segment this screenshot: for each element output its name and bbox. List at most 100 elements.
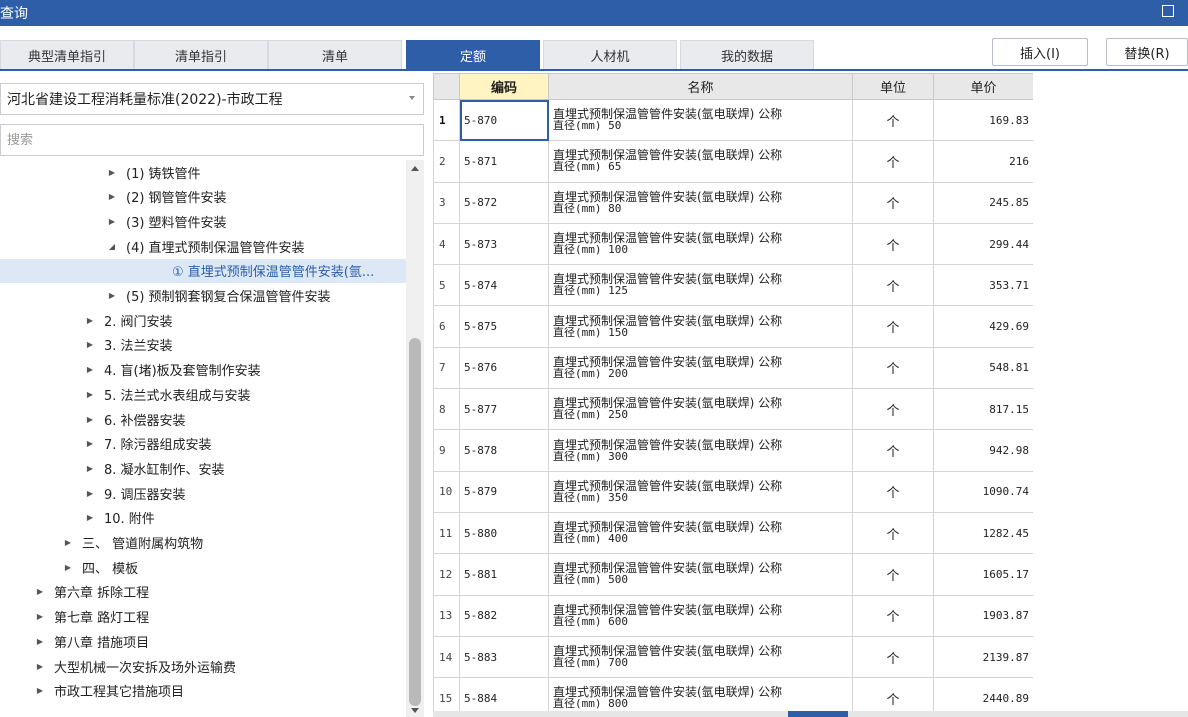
- table-row[interactable]: 11 5-880 直埋式预制保温管管件安装(氩电联焊) 公称 直径(mm) 400 个 1…: [433, 511, 1033, 555]
- cell-price[interactable]: 245.85: [933, 181, 1033, 224]
- table-row[interactable]: 13 5-882 直埋式预制保温管管件安装(氩电联焊) 公称 直径(mm) 600 个 1…: [433, 594, 1033, 637]
- cell-price[interactable]: 353.71: [933, 264, 1033, 307]
- row-number[interactable]: 8: [433, 388, 460, 431]
- tree-item[interactable]: ▶ 3. 法兰安装: [0, 333, 406, 357]
- cell-code[interactable]: 5-880: [459, 511, 549, 555]
- search-input[interactable]: [0, 124, 424, 156]
- cell-unit[interactable]: 个: [852, 635, 934, 679]
- row-number[interactable]: 1: [433, 98, 460, 142]
- cell-unit[interactable]: 个: [852, 346, 934, 390]
- tab-quota[interactable]: 定额: [406, 40, 540, 70]
- cell-code[interactable]: 5-873: [459, 222, 549, 266]
- row-number[interactable]: 12: [433, 553, 460, 596]
- tab-list-guide[interactable]: 清单指引: [134, 40, 268, 70]
- scroll-down-icon[interactable]: [411, 708, 419, 713]
- tree-item[interactable]: ▶ (1) 铸铁管件: [0, 160, 406, 184]
- cell-code[interactable]: 5-883: [459, 635, 549, 679]
- cell-name[interactable]: 直埋式预制保温管管件安装(氩电联焊) 公称 直径(mm) 600: [548, 594, 853, 637]
- cell-unit[interactable]: 个: [852, 98, 934, 142]
- table-row[interactable]: 14 5-883 直埋式预制保温管管件安装(氩电联焊) 公称 直径(mm) 700 个 2…: [433, 635, 1033, 679]
- cell-unit[interactable]: 个: [852, 264, 934, 307]
- tree-item[interactable]: ▶ 6. 补偿器安装: [0, 407, 406, 431]
- column-header-price[interactable]: 单价: [933, 73, 1033, 100]
- column-header-code[interactable]: 编码: [459, 73, 549, 100]
- cell-price[interactable]: 1282.45: [933, 511, 1033, 555]
- scrollbar-thumb[interactable]: [788, 711, 848, 717]
- row-number[interactable]: 15: [433, 677, 460, 713]
- cell-price[interactable]: 817.15: [933, 388, 1033, 431]
- cell-code[interactable]: 5-875: [459, 305, 549, 348]
- tree-item[interactable]: ▶ 8. 凝水缸制作、安装: [0, 456, 406, 480]
- caret-right-icon[interactable]: ▶: [106, 217, 118, 226]
- caret-right-icon[interactable]: ▶: [84, 415, 96, 424]
- caret-right-icon[interactable]: ▶: [84, 340, 96, 349]
- caret-right-icon[interactable]: ▶: [34, 612, 46, 621]
- row-number[interactable]: 14: [433, 635, 460, 679]
- replace-button[interactable]: 替换(R): [1106, 38, 1188, 66]
- tree-item[interactable]: ▶ 大型机械一次安拆及场外运输费: [0, 654, 406, 678]
- caret-right-icon[interactable]: ▶: [34, 686, 46, 695]
- tree-item[interactable]: ▶ 9. 调压器安装: [0, 481, 406, 505]
- cell-unit[interactable]: 个: [852, 594, 934, 637]
- cell-unit[interactable]: 个: [852, 429, 934, 472]
- cell-name[interactable]: 直埋式预制保温管管件安装(氩电联焊) 公称 直径(mm) 250: [548, 388, 853, 431]
- caret-right-icon[interactable]: ▶: [84, 390, 96, 399]
- caret-right-icon[interactable]: ▶: [84, 513, 96, 522]
- row-number[interactable]: 7: [433, 346, 460, 390]
- tree-item[interactable]: ▶ (5) 预制钢套钢复合保温管管件安装: [0, 284, 406, 308]
- tree-item[interactable]: ▶ 四、 模板: [0, 555, 406, 579]
- cell-unit[interactable]: 个: [852, 511, 934, 555]
- cell-name[interactable]: 直埋式预制保温管管件安装(氩电联焊) 公称 直径(mm) 50: [548, 98, 853, 142]
- tree-item[interactable]: ▶ 5. 法兰式水表组成与安装: [0, 382, 406, 406]
- cell-code[interactable]: 5-882: [459, 594, 549, 637]
- caret-down-icon[interactable]: ◢: [106, 242, 118, 251]
- cell-unit[interactable]: 个: [852, 470, 934, 513]
- cell-name[interactable]: 直埋式预制保温管管件安装(氩电联焊) 公称 直径(mm) 700: [548, 635, 853, 679]
- caret-right-icon[interactable]: ▶: [84, 439, 96, 448]
- tree-item[interactable]: ▶ 4. 盲(堵)板及套管制作安装: [0, 358, 406, 382]
- scroll-up-icon[interactable]: [411, 166, 419, 171]
- cell-code[interactable]: 5-884: [459, 677, 549, 713]
- cell-price[interactable]: 942.98: [933, 429, 1033, 472]
- caret-right-icon[interactable]: ▶: [106, 291, 118, 300]
- table-row[interactable]: 10 5-879 直埋式预制保温管管件安装(氩电联焊) 公称 直径(mm) 350 个 1…: [433, 470, 1033, 513]
- cell-unit[interactable]: 个: [852, 181, 934, 224]
- tab-my-data[interactable]: 我的数据: [680, 40, 814, 70]
- cell-name[interactable]: 直埋式预制保温管管件安装(氩电联焊) 公称 直径(mm) 500: [548, 553, 853, 596]
- row-number[interactable]: 5: [433, 264, 460, 307]
- table-row[interactable]: 6 5-875 直埋式预制保温管管件安装(氩电联焊) 公称 直径(mm) 150 个 42…: [433, 305, 1033, 348]
- cell-name[interactable]: 直埋式预制保温管管件安装(氩电联焊) 公称 直径(mm) 125: [548, 264, 853, 307]
- caret-right-icon[interactable]: ▶: [34, 587, 46, 596]
- row-number[interactable]: 3: [433, 181, 460, 224]
- cell-code[interactable]: 5-876: [459, 346, 549, 390]
- cell-code[interactable]: 5-877: [459, 388, 549, 431]
- row-number[interactable]: 4: [433, 222, 460, 266]
- caret-right-icon[interactable]: ▶: [84, 489, 96, 498]
- cell-price[interactable]: 169.83: [933, 98, 1033, 142]
- cell-unit[interactable]: 个: [852, 677, 934, 713]
- cell-name[interactable]: 直埋式预制保温管管件安装(氩电联焊) 公称 直径(mm) 800: [548, 677, 853, 713]
- cell-code[interactable]: 5-872: [459, 181, 549, 224]
- cell-name[interactable]: 直埋式预制保温管管件安装(氩电联焊) 公称 直径(mm) 400: [548, 511, 853, 555]
- cell-price[interactable]: 429.69: [933, 305, 1033, 348]
- caret-right-icon[interactable]: ▶: [34, 637, 46, 646]
- cell-unit[interactable]: 个: [852, 140, 934, 183]
- tree-item[interactable]: ▶ 第八章 措施项目: [0, 629, 406, 653]
- cell-name[interactable]: 直埋式预制保温管管件安装(氩电联焊) 公称 直径(mm) 80: [548, 181, 853, 224]
- table-horizontal-scrollbar[interactable]: [433, 711, 1188, 717]
- table-row[interactable]: 3 5-872 直埋式预制保温管管件安装(氩电联焊) 公称 直径(mm) 80 个 245…: [433, 181, 1033, 224]
- insert-button[interactable]: 插入(I): [992, 38, 1088, 66]
- caret-right-icon[interactable]: ▶: [62, 563, 74, 572]
- cell-name[interactable]: 直埋式预制保温管管件安装(氩电联焊) 公称 直径(mm) 100: [548, 222, 853, 266]
- tab-typical-list-guide[interactable]: 典型清单指引: [0, 40, 134, 70]
- cell-code[interactable]: 5-871: [459, 140, 549, 183]
- caret-right-icon[interactable]: ▶: [106, 168, 118, 177]
- table-row[interactable]: 9 5-878 直埋式预制保温管管件安装(氩电联焊) 公称 直径(mm) 300 个 94…: [433, 429, 1033, 472]
- caret-right-icon[interactable]: ▶: [84, 316, 96, 325]
- cell-code[interactable]: 5-874: [459, 264, 549, 307]
- column-header-name[interactable]: 名称: [548, 73, 853, 100]
- cell-unit[interactable]: 个: [852, 222, 934, 266]
- cell-unit[interactable]: 个: [852, 553, 934, 596]
- caret-right-icon[interactable]: ▶: [62, 538, 74, 547]
- table-row[interactable]: 15 5-884 直埋式预制保温管管件安装(氩电联焊) 公称 直径(mm) 800 个 2…: [433, 677, 1033, 713]
